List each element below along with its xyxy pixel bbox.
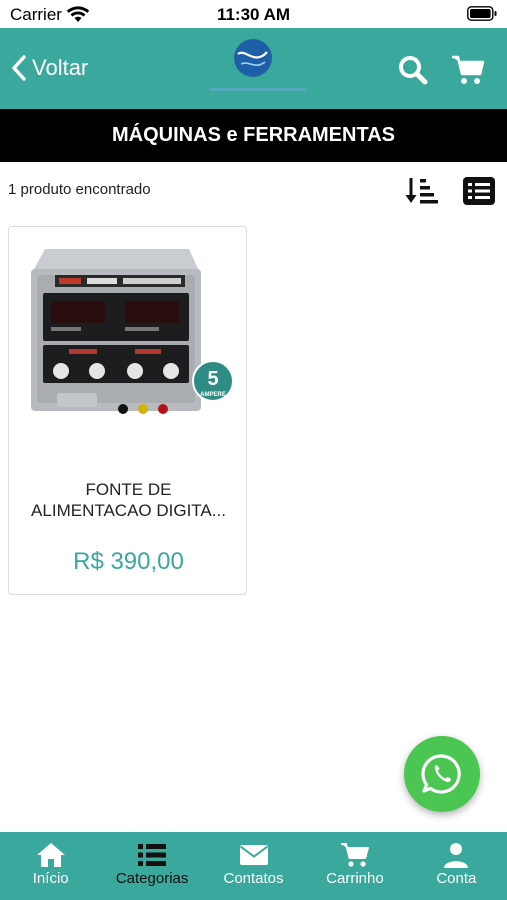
results-count: 1 produto encontrado (8, 181, 151, 198)
clock-label: 11:30 AM (216, 5, 291, 24)
tab-label-categorias: Categorias (115, 870, 189, 887)
home-icon (36, 843, 65, 867)
search-icon[interactable] (397, 54, 429, 86)
badge-subtext: AMPERE (200, 392, 226, 398)
cart-icon[interactable] (451, 54, 485, 86)
envelope-icon (239, 845, 268, 865)
back-button[interactable]: Voltar (10, 48, 88, 88)
app-header: Voltar (0, 28, 507, 109)
tab-label-contatos: Contatos (223, 870, 284, 887)
sort-icon[interactable] (405, 176, 439, 206)
list-icon (138, 844, 167, 866)
back-label: Voltar (32, 55, 89, 80)
whatsapp-button[interactable] (404, 736, 480, 812)
tab-contatos[interactable]: Contatos (203, 832, 304, 900)
product-card[interactable]: 5 AMPERE FONTE DE ALIMENTACAO DIGITA... … (8, 226, 247, 595)
user-icon (444, 843, 469, 868)
cart-icon (340, 843, 369, 867)
tab-carrinho[interactable]: Carrinho (304, 832, 405, 900)
tab-inicio[interactable]: Início (0, 832, 101, 900)
tab-label-conta: Conta (436, 870, 477, 887)
whatsapp-icon (421, 754, 461, 794)
badge-number: 5 (207, 368, 218, 390)
product-price: R$ 390,00 (73, 548, 184, 575)
tab-conta[interactable]: Conta (406, 832, 507, 900)
brand-logo (209, 39, 307, 91)
battery-icon (467, 6, 497, 21)
product-image: 5 AMPERE (31, 249, 234, 414)
tab-label-carrinho: Carrinho (326, 870, 384, 887)
chevron-left-icon (12, 55, 26, 81)
product-name: FONTE DE ALIMENTACAO DIGITA... (31, 480, 226, 520)
tab-categorias[interactable]: Categorias (101, 832, 202, 900)
category-title-bar: MÁQUINAS e FERRAMENTAS (0, 109, 507, 162)
tab-label-inicio: Início (32, 870, 69, 887)
status-bar: Carrier 11:30 AM (0, 0, 507, 28)
page-title: MÁQUINAS e FERRAMENTAS (112, 124, 395, 146)
list-view-icon[interactable] (463, 177, 495, 205)
bottom-tab-bar: Início Categorias Contatos Carrinho Cont… (0, 832, 507, 900)
